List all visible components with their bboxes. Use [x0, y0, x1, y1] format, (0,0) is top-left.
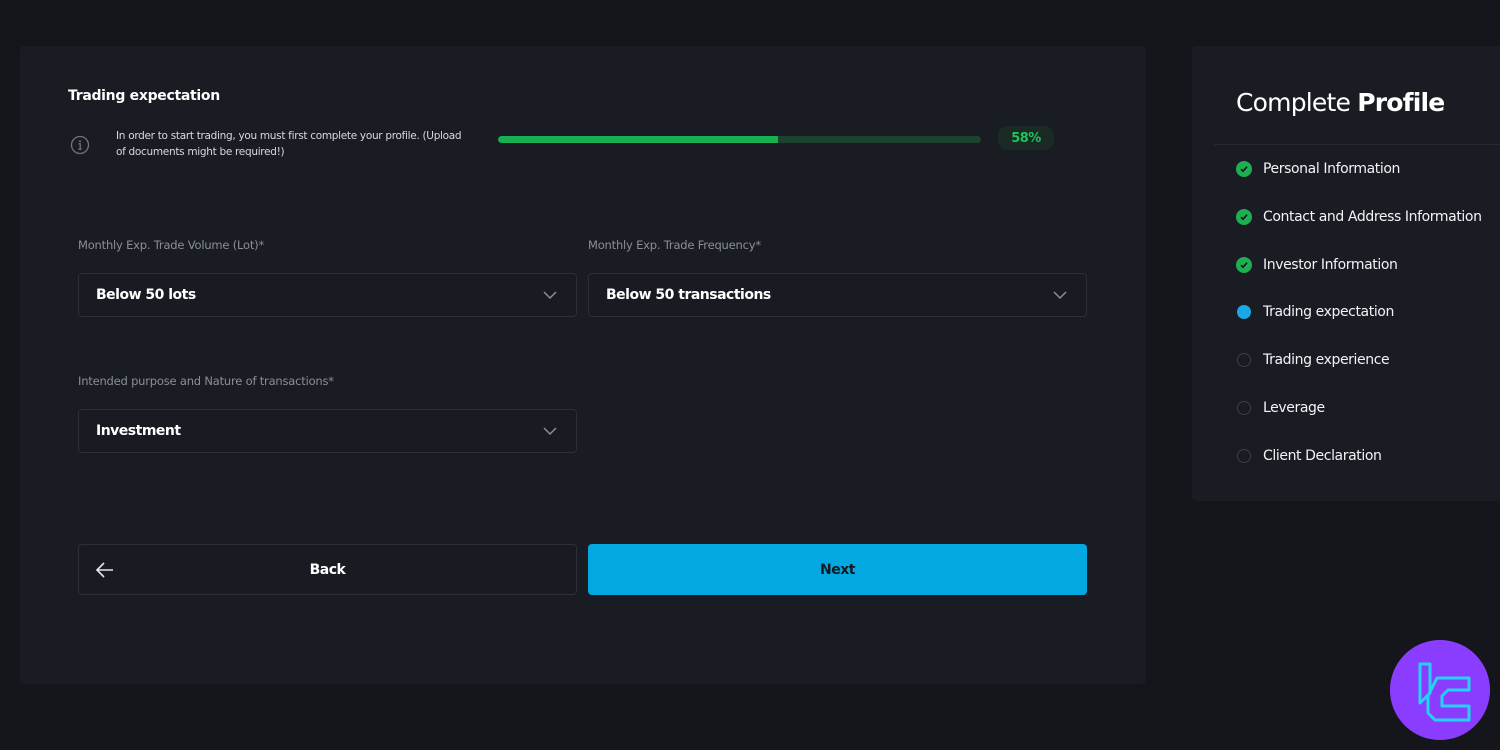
- section-title: Trading expectation: [68, 88, 220, 104]
- step-personal-information[interactable]: Personal Information: [1236, 158, 1400, 180]
- sidebar-title: Complete Profile: [1236, 88, 1445, 117]
- info-icon: [70, 135, 90, 155]
- step-label: Investor Information: [1263, 256, 1398, 273]
- trade-frequency-select[interactable]: Below 50 transactions: [588, 273, 1087, 317]
- back-button[interactable]: Back: [78, 544, 577, 595]
- back-button-label: Back: [309, 561, 346, 578]
- step-label: Trading experience: [1263, 352, 1390, 369]
- step-label: Client Declaration: [1263, 447, 1382, 464]
- step-client-declaration[interactable]: Client Declaration: [1236, 445, 1382, 467]
- progress-percent-badge: 58%: [998, 126, 1054, 150]
- trade-volume-value: Below 50 lots: [96, 287, 196, 303]
- sidebar-title-light: Complete: [1236, 88, 1351, 117]
- transaction-purpose-value: Investment: [96, 423, 181, 439]
- chevron-down-icon: [1053, 291, 1067, 300]
- step-label: Personal Information: [1263, 161, 1401, 177]
- step-label: Trading expectation: [1263, 304, 1394, 321]
- check-circle-icon: [1236, 161, 1252, 177]
- sidebar-title-bold: Profile: [1357, 88, 1445, 117]
- trade-volume-label: Monthly Exp. Trade Volume (Lot)*: [78, 238, 265, 252]
- step-trading-expectation[interactable]: Trading expectation: [1236, 301, 1394, 323]
- tradingfinder-logo-icon: [1390, 640, 1490, 740]
- step-contact-and-address-information[interactable]: Contact and Address Information: [1236, 206, 1482, 228]
- active-step-dot-icon: [1237, 305, 1251, 320]
- sidebar-divider: [1214, 144, 1500, 145]
- step-investor-information[interactable]: Investor Information: [1236, 254, 1398, 276]
- progress-fill: [498, 136, 779, 143]
- check-circle-icon: [1236, 256, 1252, 273]
- transaction-purpose-select[interactable]: Investment: [78, 409, 577, 453]
- trade-frequency-value: Below 50 transactions: [606, 287, 771, 303]
- next-button[interactable]: Next: [588, 544, 1087, 595]
- check-circle-icon: [1236, 208, 1252, 225]
- transaction-purpose-label: Intended purpose and Nature of transacti…: [78, 374, 334, 388]
- next-button-label: Next: [820, 561, 855, 578]
- profile-progress-bar: [498, 136, 981, 143]
- trade-volume-select[interactable]: Below 50 lots: [78, 273, 577, 317]
- empty-circle-icon: [1237, 353, 1251, 368]
- step-label: Contact and Address Information: [1263, 208, 1482, 225]
- info-message: In order to start trading, you must firs…: [116, 130, 462, 158]
- empty-circle-icon: [1237, 401, 1251, 415]
- step-leverage[interactable]: Leverage: [1236, 397, 1325, 419]
- step-label: Leverage: [1263, 400, 1325, 416]
- trading-expectation-card: Trading expectation In order to start tr…: [20, 46, 1146, 684]
- chevron-down-icon: [543, 427, 557, 436]
- arrow-left-icon: [95, 562, 113, 578]
- chevron-down-icon: [543, 291, 557, 300]
- trade-frequency-label: Monthly Exp. Trade Frequency*: [588, 238, 761, 252]
- empty-circle-icon: [1237, 448, 1251, 463]
- step-trading-experience[interactable]: Trading experience: [1236, 349, 1390, 371]
- complete-profile-sidebar: Complete Profile Personal Information Con…: [1192, 46, 1500, 501]
